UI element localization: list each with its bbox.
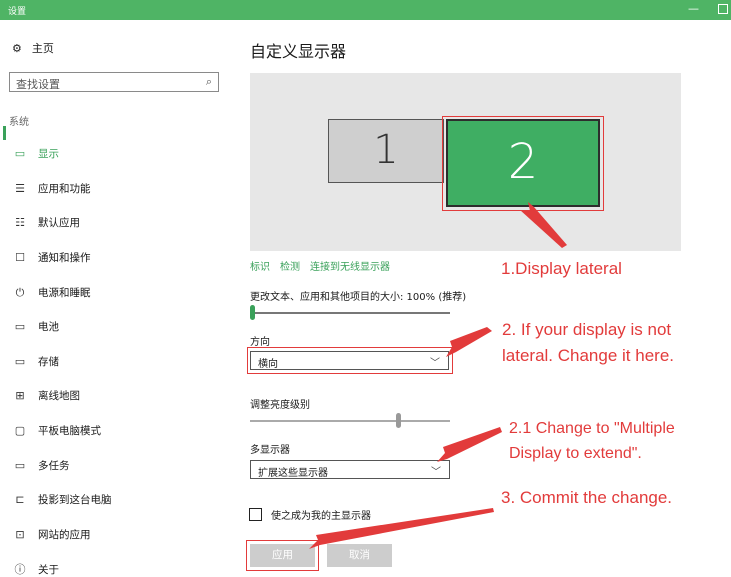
annotation-arrows: [309, 202, 567, 549]
arrow-to-apply: [309, 508, 494, 549]
arrow-to-orientation: [446, 327, 492, 357]
arrow-to-multi-display: [437, 427, 502, 462]
arrow-to-monitor-2: [520, 202, 567, 248]
